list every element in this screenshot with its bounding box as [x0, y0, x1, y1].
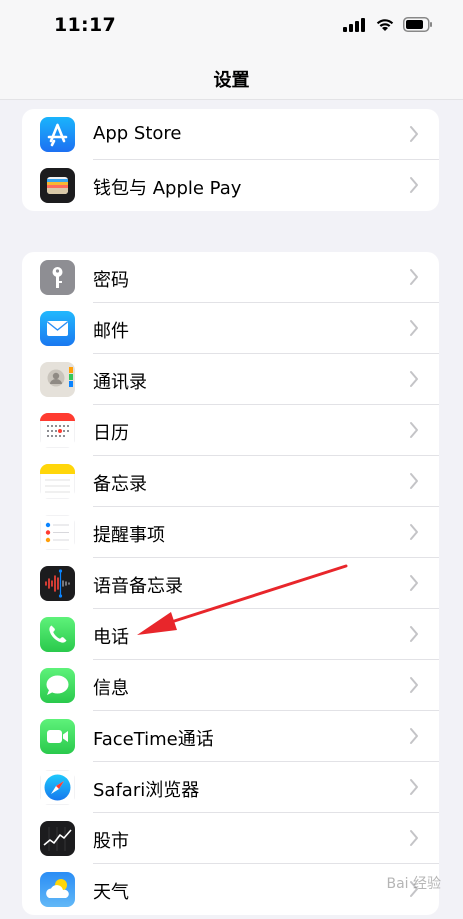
settings-row-calendar[interactable]: 日历 [22, 405, 439, 456]
settings-row-label: App Store [93, 123, 182, 144]
facetime-icon [40, 719, 75, 754]
status-bar: 11:17 [0, 0, 463, 56]
chevron-right-icon [410, 779, 418, 795]
mail-icon [40, 311, 75, 346]
settings-row-notes[interactable]: 备忘录 [22, 456, 439, 507]
settings-row-wallet[interactable]: 钱包与 Apple Pay [22, 160, 439, 211]
key-icon [40, 260, 75, 295]
settings-row-weather[interactable]: 天气 [22, 864, 439, 915]
settings-row-label: 提醒事项 [93, 525, 165, 546]
chevron-right-icon [410, 422, 418, 438]
reminders-icon [40, 515, 75, 550]
chevron-right-icon [410, 830, 418, 846]
phone-icon [40, 617, 75, 652]
status-time: 11:17 [54, 14, 116, 36]
settings-row-safari[interactable]: Safari浏览器 [22, 762, 439, 813]
watermark: Bai 经验 [386, 876, 441, 892]
settings-row-label: 密码 [93, 270, 129, 291]
calendar-icon [40, 413, 75, 448]
chevron-right-icon [410, 728, 418, 744]
settings-row-label: Safari浏览器 [93, 780, 200, 801]
chevron-right-icon [410, 626, 418, 642]
battery-icon [403, 17, 432, 32]
settings-row-label: 天气 [93, 882, 129, 903]
chevron-right-icon [410, 473, 418, 489]
wallet-icon [40, 168, 75, 203]
settings-row-label: 通讯录 [93, 372, 147, 393]
chevron-right-icon [410, 575, 418, 591]
settings-row-label: FaceTime通话 [93, 729, 214, 750]
notes-icon [40, 464, 75, 499]
settings-row-facetime[interactable]: FaceTime通话 [22, 711, 439, 762]
settings-row-voice-memos[interactable]: 语音备忘录 [22, 558, 439, 609]
settings-row-label: 信息 [93, 678, 129, 699]
voice-memos-icon [40, 566, 75, 601]
app-store-icon [40, 117, 75, 152]
settings-row-contacts[interactable]: 通讯录 [22, 354, 439, 405]
stocks-icon [40, 821, 75, 856]
settings-row-phone[interactable]: 电话 [22, 609, 439, 660]
settings-row-label: 备忘录 [93, 474, 147, 495]
settings-row-messages[interactable]: 信息 [22, 660, 439, 711]
messages-icon [40, 668, 75, 703]
chevron-right-icon [410, 177, 418, 193]
settings-row-app-store[interactable]: App Store [22, 109, 439, 160]
settings-row-label: 股市 [93, 831, 129, 852]
contacts-icon [40, 362, 75, 397]
settings-row-label: 语音备忘录 [93, 576, 183, 597]
navigation-bar: 设置 [0, 56, 463, 100]
page-title: 设置 [213, 70, 250, 91]
settings-group-store: App Store 钱包与 Apple Pay [22, 109, 439, 211]
chevron-right-icon [410, 371, 418, 387]
weather-icon [40, 872, 75, 907]
safari-icon [40, 770, 75, 805]
settings-row-label: 电话 [93, 627, 129, 648]
chevron-right-icon [410, 677, 418, 693]
settings-row-label: 钱包与 Apple Pay [93, 178, 242, 199]
chevron-right-icon [410, 126, 418, 142]
chevron-right-icon [410, 524, 418, 540]
settings-row-passwords[interactable]: 密码 [22, 252, 439, 303]
settings-row-label: 日历 [93, 423, 129, 444]
chevron-right-icon [410, 269, 418, 285]
wifi-icon [376, 19, 394, 31]
status-icons [343, 17, 433, 32]
settings-row-stocks[interactable]: 股市 [22, 813, 439, 864]
settings-row-reminders[interactable]: 提醒事项 [22, 507, 439, 558]
settings-group-apps: 密码 邮件 通讯录 日历 备忘录 提醒事项 语音备忘录 电话 信息 FaceTi… [22, 252, 439, 915]
settings-row-mail[interactable]: 邮件 [22, 303, 439, 354]
settings-row-label: 邮件 [93, 321, 129, 342]
chevron-right-icon [410, 320, 418, 336]
cellular-signal-icon [343, 17, 365, 32]
